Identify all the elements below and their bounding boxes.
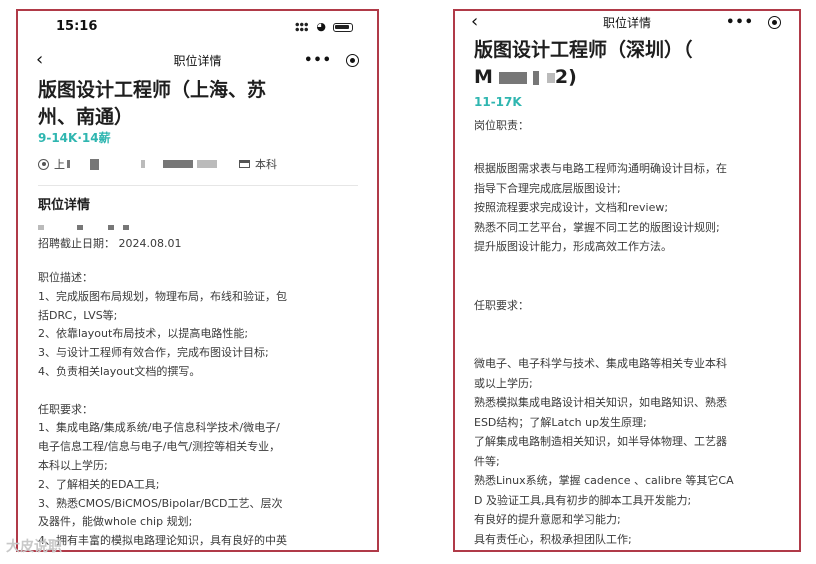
description-line: 按照流程要求完成设计，文档和review;	[474, 201, 669, 214]
job-description: 职位描述： 1、完成版图布局规划，物理布局，布线和验证，包 括DRC，LVS等; 2、…	[38, 269, 287, 552]
description-line	[38, 382, 287, 401]
description-line: 3、与设计工程师有效合作，完成布图设计目标;	[38, 346, 269, 360]
job-title-line-2: M 2)	[474, 64, 693, 91]
redacted-title	[532, 70, 539, 85]
section-heading: 职位详情	[38, 198, 91, 213]
description-line: 任职要求：	[38, 402, 93, 416]
mini-program-capsule: •••	[726, 11, 781, 33]
salary: 11-17K	[474, 95, 522, 109]
description-line: 括DRC，LVS等;	[38, 308, 118, 322]
description-line: 本科以上学历;	[38, 458, 108, 472]
description-line: 或以上学历;	[474, 376, 533, 390]
description-line: 及器件，能做whole chip 规划;	[38, 515, 193, 529]
job-title: 版图设计工程师（深圳）（ M 2)	[474, 37, 693, 91]
description-line: 4、负责相关layout文档的撰写。	[38, 364, 201, 378]
description-line: 3、熟悉CMOS/BiCMOS/Bipolar/BCD工艺、层次	[38, 496, 283, 510]
description-line	[474, 276, 734, 296]
title-end: 2)	[554, 66, 577, 88]
redacted-block	[38, 225, 44, 230]
close-circle-icon[interactable]	[346, 53, 359, 67]
description-line: 熟悉模拟集成电路设计相关知识，如电路知识、熟悉	[474, 396, 727, 409]
description-line: 电子信息工程/信息与电子/电气/测控等相关专业，	[38, 440, 281, 454]
description-line: 了解集成电路制造相关知识，如半导体物理、工艺器	[474, 435, 727, 448]
job-title-line-1: 版图设计工程师（深圳）（	[474, 39, 693, 61]
description-line: 熟悉Linux系统，掌握 cadence 、calibre 等其它CA	[474, 474, 734, 487]
description-line: D 及验证工具,具有初步的脚本工具开发能力;	[474, 493, 692, 507]
redacted-block	[108, 225, 115, 230]
description-line	[474, 315, 734, 335]
redacted-location	[141, 160, 145, 168]
deadline: 招聘截止日期： 2024.08.01	[38, 237, 182, 250]
status-time: 15:16	[56, 19, 98, 34]
more-dots-icon[interactable]: •••	[304, 53, 332, 68]
left-screenshot-panel: 15:16 ◕ ‹ 职位详情 ••• 版图设计工程师（上海、苏 州、南通） 9-…	[16, 9, 379, 552]
salary: 9-14K·14薪	[38, 131, 111, 145]
description-line: 1、完成版图布局规划，物理布局，布线和验证，包	[38, 289, 287, 303]
job-meta-row: 上 本科	[38, 156, 277, 172]
description-line: 熟悉不同工艺平台，掌握不同工艺的版图设计规则;	[474, 220, 720, 234]
location-text: 上	[54, 158, 65, 171]
description-line: 2、依靠layout布局技术，以提高电路性能;	[38, 327, 249, 341]
watermark: 大皮说职	[6, 539, 62, 555]
redacted-block	[123, 225, 130, 230]
description-line: 1、集成电路/集成系统/电子信息科学技术/微电子/	[38, 421, 280, 435]
description-line	[474, 335, 734, 355]
redacted-company	[38, 217, 130, 236]
redacted-block	[77, 225, 84, 230]
duty-label: 岗位职责：	[474, 119, 529, 132]
nav-bar: ‹ 职位详情 •••	[18, 49, 377, 79]
job-title: 版图设计工程师（上海、苏 州、南通）	[38, 77, 266, 131]
description-line: 4、拥有丰富的模拟电路理论知识，具有良好的中英	[38, 534, 287, 548]
job-title-line-2: 州、南通）	[38, 106, 134, 128]
battery-icon	[333, 22, 353, 32]
redacted-location	[197, 160, 217, 168]
description-line: 提升版图设计能力，形成高效工作方法。	[474, 240, 672, 253]
mini-program-capsule: •••	[304, 49, 359, 71]
description-line: 件等;	[474, 454, 500, 468]
job-description: 根据版图需求表与电路工程师沟通明确设计目标，在 指导下合理完成底层版图设计; 按照流…	[474, 159, 734, 550]
divider	[38, 185, 358, 186]
description-line: ESD结构；了解Latch up发生原理;	[474, 415, 647, 429]
description-line	[474, 257, 734, 277]
description-line: 有良好的提升意愿和学习能力;	[474, 513, 621, 526]
redacted-title	[546, 72, 555, 83]
education-text: 本科	[255, 158, 277, 171]
description-line: 文阅读、沟通和文档写作能.	[38, 551, 287, 552]
status-icons: ◕	[295, 20, 353, 33]
signal-icon	[295, 22, 310, 32]
education-icon	[239, 160, 250, 168]
description-line: 职位描述：	[38, 271, 93, 284]
more-dots-icon[interactable]: •••	[726, 15, 754, 30]
description-line: 根据版图需求表与电路工程师沟通明确设计目标，在	[474, 162, 727, 175]
description-line: 2、了解相关的EDA工具;	[38, 477, 160, 491]
redacted-location	[67, 160, 70, 168]
description-line: 具有良好的沟通习惯和团队协作能力。	[474, 549, 734, 550]
description-line: 指导下合理完成底层版图设计;	[474, 181, 621, 195]
right-screenshot-panel: ‹ 职位详情 ••• 版图设计工程师（深圳）（ M 2) 11-17K 岗位职责：…	[453, 9, 801, 552]
close-circle-icon[interactable]	[768, 15, 781, 29]
description-line: 具有责任心，积极承担团队工作;	[474, 532, 632, 546]
title-start: M	[474, 66, 493, 88]
job-title-line-1: 版图设计工程师（上海、苏	[38, 79, 267, 101]
location-icon	[38, 158, 49, 170]
status-bar: 15:16 ◕	[18, 11, 377, 45]
redacted-title	[498, 71, 527, 84]
description-line: 任职要求：	[474, 298, 529, 312]
wifi-icon: ◕	[316, 20, 326, 33]
redacted-location	[163, 160, 193, 168]
redacted-location	[90, 158, 99, 170]
description-line: 微电子、电子科学与技术、集成电路等相关专业本科	[474, 357, 727, 370]
